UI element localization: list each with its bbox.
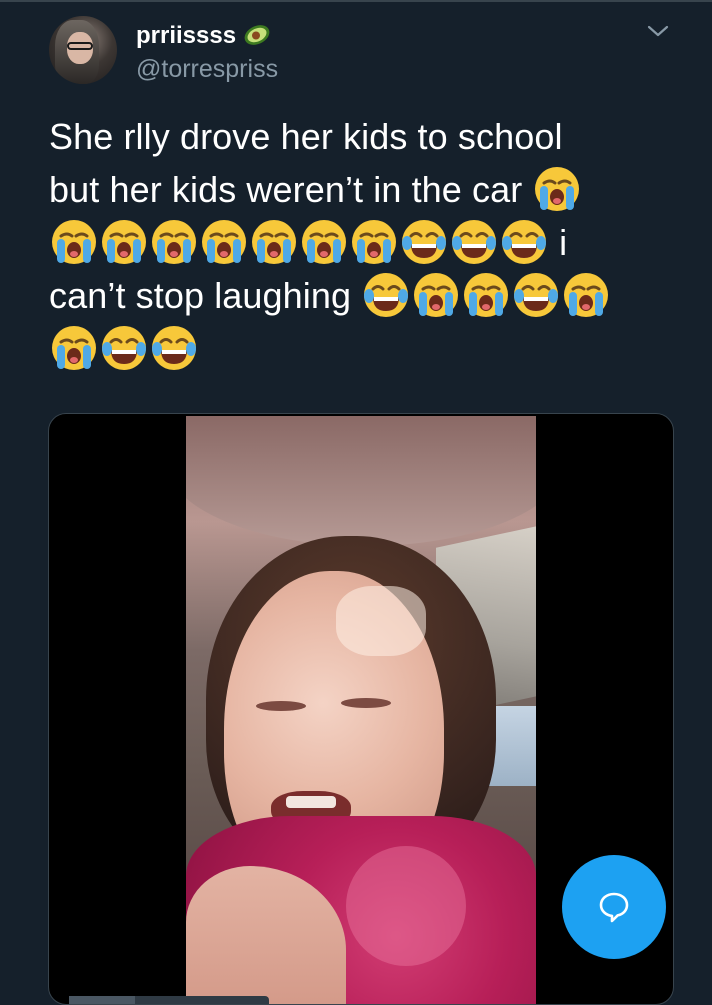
face-with-tears-of-joy-icon (364, 273, 409, 317)
user-handle[interactable]: @torrespriss (136, 55, 278, 83)
tweet-card[interactable]: prriissss @torrespriss She rlly drove he… (0, 0, 712, 1005)
loudly-crying-face-icon (414, 273, 459, 317)
chevron-down-icon[interactable] (646, 22, 670, 40)
loudly-crying-face-icon (202, 220, 246, 264)
loudly-crying-face-icon (52, 326, 96, 370)
tweet-line-4: can’t stop laughing (49, 269, 664, 322)
face-with-tears-of-joy-icon (102, 326, 146, 370)
video-progress-bar[interactable] (69, 996, 269, 1004)
tweet-line-2: but her kids weren’t in the car (49, 163, 664, 216)
avatar[interactable] (49, 16, 117, 84)
face-with-tears-of-joy-icon (402, 220, 446, 264)
loudly-crying-face-icon (464, 273, 509, 317)
face-with-tears-of-joy-icon (452, 220, 496, 264)
loudly-crying-face-icon (535, 167, 580, 211)
loudly-crying-face-icon (352, 220, 396, 264)
video-progress-fill (69, 996, 135, 1004)
tweet-text: She rlly drove her kids to school but he… (49, 110, 664, 375)
loudly-crying-face-icon (52, 220, 96, 264)
tweet-line-5 (49, 322, 664, 375)
display-name[interactable]: prriissss (136, 22, 236, 50)
face-with-tears-of-joy-icon (514, 273, 559, 317)
tweet-line-1: She rlly drove her kids to school (49, 116, 563, 157)
reply-bubble-icon (599, 892, 629, 923)
loudly-crying-face-icon (152, 220, 196, 264)
face-with-tears-of-joy-icon (152, 326, 196, 370)
tweet-line-3: i (49, 216, 664, 269)
compose-reply-button[interactable] (562, 855, 666, 959)
face-with-tears-of-joy-icon (502, 220, 546, 264)
loudly-crying-face-icon (252, 220, 296, 264)
loudly-crying-face-icon (102, 220, 146, 264)
loudly-crying-face-icon (302, 220, 346, 264)
loudly-crying-face-icon (564, 273, 609, 317)
video-frame[interactable] (186, 416, 536, 1004)
avocado-icon (244, 25, 270, 45)
